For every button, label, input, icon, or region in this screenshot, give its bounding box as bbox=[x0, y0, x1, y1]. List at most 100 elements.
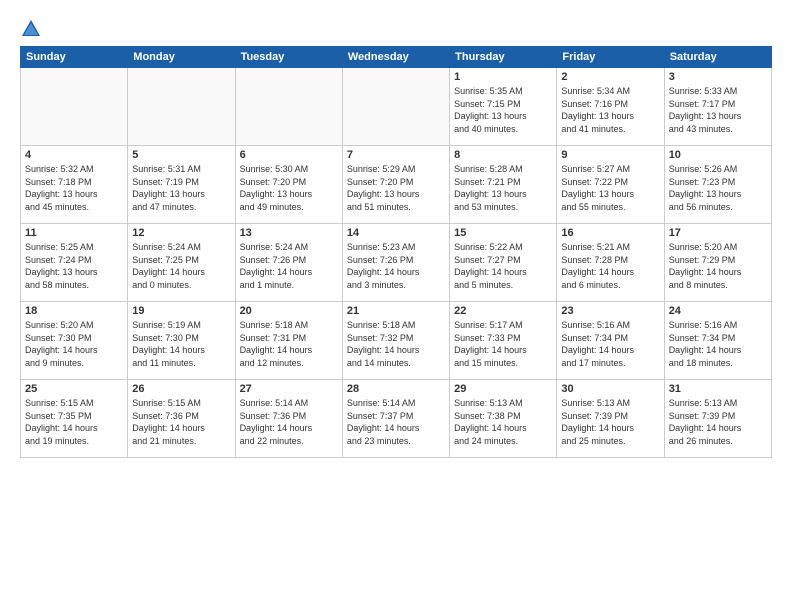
calendar-cell-5-7: 31Sunrise: 5:13 AM Sunset: 7:39 PM Dayli… bbox=[664, 380, 771, 458]
calendar-cell-5-5: 29 Sunrise: 5:13 AM Sunset: 7:38 PM Dayli… bbox=[450, 380, 557, 458]
calendar-cell-1-4 bbox=[342, 68, 449, 146]
calendar-cell-2-7: 10 Sunrise: 5:26 AM Sunset: 7:23 PM Dayli… bbox=[664, 146, 771, 224]
calendar-cell-2-4: 7 Sunrise: 5:29 AM Sunset: 7:20 PM Daylig… bbox=[342, 146, 449, 224]
calendar-week-4: 18Sunrise: 5:20 AM Sunset: 7:30 PM Dayli… bbox=[21, 302, 772, 380]
calendar-cell-1-7: 3 Sunrise: 5:33 AM Sunset: 7:17 PM Daylig… bbox=[664, 68, 771, 146]
day-number: 14 bbox=[347, 227, 445, 239]
calendar-cell-2-6: 9Sunrise: 5:27 AM Sunset: 7:22 PM Daylig… bbox=[557, 146, 664, 224]
cell-details: Sunrise: 5:24 AM Sunset: 7:26 PM Dayligh… bbox=[240, 241, 338, 291]
cell-details: Sunrise: 5:26 AM Sunset: 7:23 PM Dayligh… bbox=[669, 163, 767, 213]
day-number: 4 bbox=[25, 149, 123, 161]
calendar-cell-4-6: 23 Sunrise: 5:16 AM Sunset: 7:34 PM Dayli… bbox=[557, 302, 664, 380]
calendar-week-5: 25 Sunrise: 5:15 AM Sunset: 7:35 PM Dayli… bbox=[21, 380, 772, 458]
calendar-cell-4-4: 21 Sunrise: 5:18 AM Sunset: 7:32 PM Dayli… bbox=[342, 302, 449, 380]
cell-details: Sunrise: 5:17 AM Sunset: 7:33 PM Dayligh… bbox=[454, 319, 552, 369]
calendar-cell-3-1: 11 Sunrise: 5:25 AM Sunset: 7:24 PM Dayli… bbox=[21, 224, 128, 302]
calendar-cell-4-5: 22 Sunrise: 5:17 AM Sunset: 7:33 PM Dayli… bbox=[450, 302, 557, 380]
calendar-cell-3-7: 17 Sunrise: 5:20 AM Sunset: 7:29 PM Dayli… bbox=[664, 224, 771, 302]
day-number: 27 bbox=[240, 383, 338, 395]
day-number: 16 bbox=[561, 227, 659, 239]
cell-details: Sunrise: 5:21 AM Sunset: 7:28 PM Dayligh… bbox=[561, 241, 659, 291]
calendar-header-thursday: Thursday bbox=[450, 47, 557, 68]
calendar-cell-4-1: 18Sunrise: 5:20 AM Sunset: 7:30 PM Dayli… bbox=[21, 302, 128, 380]
calendar-cell-5-4: 28Sunrise: 5:14 AM Sunset: 7:37 PM Dayli… bbox=[342, 380, 449, 458]
calendar-cell-5-1: 25 Sunrise: 5:15 AM Sunset: 7:35 PM Dayli… bbox=[21, 380, 128, 458]
calendar-cell-5-2: 26 Sunrise: 5:15 AM Sunset: 7:36 PM Dayli… bbox=[128, 380, 235, 458]
calendar-cell-3-6: 16 Sunrise: 5:21 AM Sunset: 7:28 PM Dayli… bbox=[557, 224, 664, 302]
calendar-header-friday: Friday bbox=[557, 47, 664, 68]
cell-details: Sunrise: 5:13 AM Sunset: 7:39 PM Dayligh… bbox=[669, 397, 767, 447]
cell-details: Sunrise: 5:16 AM Sunset: 7:34 PM Dayligh… bbox=[561, 319, 659, 369]
calendar-header-saturday: Saturday bbox=[664, 47, 771, 68]
calendar-cell-4-2: 19 Sunrise: 5:19 AM Sunset: 7:30 PM Dayli… bbox=[128, 302, 235, 380]
day-number: 29 bbox=[454, 383, 552, 395]
day-number: 11 bbox=[25, 227, 123, 239]
cell-details: Sunrise: 5:35 AM Sunset: 7:15 PM Dayligh… bbox=[454, 85, 552, 135]
day-number: 7 bbox=[347, 149, 445, 161]
day-number: 3 bbox=[669, 71, 767, 83]
day-number: 9 bbox=[561, 149, 659, 161]
header bbox=[20, 18, 772, 40]
calendar-week-3: 11 Sunrise: 5:25 AM Sunset: 7:24 PM Dayli… bbox=[21, 224, 772, 302]
cell-details: Sunrise: 5:15 AM Sunset: 7:35 PM Dayligh… bbox=[25, 397, 123, 447]
calendar-cell-3-2: 12 Sunrise: 5:24 AM Sunset: 7:25 PM Dayli… bbox=[128, 224, 235, 302]
day-number: 5 bbox=[132, 149, 230, 161]
calendar-cell-2-2: 5 Sunrise: 5:31 AM Sunset: 7:19 PM Daylig… bbox=[128, 146, 235, 224]
day-number: 6 bbox=[240, 149, 338, 161]
calendar-header-tuesday: Tuesday bbox=[235, 47, 342, 68]
cell-details: Sunrise: 5:19 AM Sunset: 7:30 PM Dayligh… bbox=[132, 319, 230, 369]
day-number: 30 bbox=[561, 383, 659, 395]
cell-details: Sunrise: 5:24 AM Sunset: 7:25 PM Dayligh… bbox=[132, 241, 230, 291]
calendar-cell-1-2 bbox=[128, 68, 235, 146]
day-number: 15 bbox=[454, 227, 552, 239]
calendar-cell-5-6: 30Sunrise: 5:13 AM Sunset: 7:39 PM Dayli… bbox=[557, 380, 664, 458]
cell-details: Sunrise: 5:33 AM Sunset: 7:17 PM Dayligh… bbox=[669, 85, 767, 135]
calendar-header-sunday: Sunday bbox=[21, 47, 128, 68]
page: SundayMondayTuesdayWednesdayThursdayFrid… bbox=[0, 0, 792, 612]
calendar-cell-1-5: 1 Sunrise: 5:35 AM Sunset: 7:15 PM Daylig… bbox=[450, 68, 557, 146]
calendar-cell-4-3: 20 Sunrise: 5:18 AM Sunset: 7:31 PM Dayli… bbox=[235, 302, 342, 380]
calendar-cell-5-3: 27Sunrise: 5:14 AM Sunset: 7:36 PM Dayli… bbox=[235, 380, 342, 458]
cell-details: Sunrise: 5:22 AM Sunset: 7:27 PM Dayligh… bbox=[454, 241, 552, 291]
calendar-header-wednesday: Wednesday bbox=[342, 47, 449, 68]
calendar-cell-1-3 bbox=[235, 68, 342, 146]
calendar-cell-2-5: 8Sunrise: 5:28 AM Sunset: 7:21 PM Daylig… bbox=[450, 146, 557, 224]
cell-details: Sunrise: 5:25 AM Sunset: 7:24 PM Dayligh… bbox=[25, 241, 123, 291]
cell-details: Sunrise: 5:32 AM Sunset: 7:18 PM Dayligh… bbox=[25, 163, 123, 213]
calendar-cell-3-5: 15 Sunrise: 5:22 AM Sunset: 7:27 PM Dayli… bbox=[450, 224, 557, 302]
cell-details: Sunrise: 5:20 AM Sunset: 7:29 PM Dayligh… bbox=[669, 241, 767, 291]
calendar-header-row: SundayMondayTuesdayWednesdayThursdayFrid… bbox=[21, 47, 772, 68]
day-number: 23 bbox=[561, 305, 659, 317]
day-number: 21 bbox=[347, 305, 445, 317]
calendar-cell-1-1 bbox=[21, 68, 128, 146]
day-number: 17 bbox=[669, 227, 767, 239]
calendar-cell-3-4: 14 Sunrise: 5:23 AM Sunset: 7:26 PM Dayli… bbox=[342, 224, 449, 302]
calendar-week-2: 4 Sunrise: 5:32 AM Sunset: 7:18 PM Daylig… bbox=[21, 146, 772, 224]
calendar-cell-4-7: 24Sunrise: 5:16 AM Sunset: 7:34 PM Dayli… bbox=[664, 302, 771, 380]
day-number: 24 bbox=[669, 305, 767, 317]
day-number: 1 bbox=[454, 71, 552, 83]
logo bbox=[20, 18, 46, 40]
day-number: 2 bbox=[561, 71, 659, 83]
cell-details: Sunrise: 5:14 AM Sunset: 7:37 PM Dayligh… bbox=[347, 397, 445, 447]
cell-details: Sunrise: 5:15 AM Sunset: 7:36 PM Dayligh… bbox=[132, 397, 230, 447]
day-number: 26 bbox=[132, 383, 230, 395]
day-number: 10 bbox=[669, 149, 767, 161]
cell-details: Sunrise: 5:18 AM Sunset: 7:32 PM Dayligh… bbox=[347, 319, 445, 369]
cell-details: Sunrise: 5:13 AM Sunset: 7:38 PM Dayligh… bbox=[454, 397, 552, 447]
day-number: 12 bbox=[132, 227, 230, 239]
cell-details: Sunrise: 5:28 AM Sunset: 7:21 PM Dayligh… bbox=[454, 163, 552, 213]
calendar-table: SundayMondayTuesdayWednesdayThursdayFrid… bbox=[20, 46, 772, 458]
day-number: 25 bbox=[25, 383, 123, 395]
day-number: 19 bbox=[132, 305, 230, 317]
day-number: 18 bbox=[25, 305, 123, 317]
day-number: 20 bbox=[240, 305, 338, 317]
cell-details: Sunrise: 5:34 AM Sunset: 7:16 PM Dayligh… bbox=[561, 85, 659, 135]
day-number: 22 bbox=[454, 305, 552, 317]
calendar-cell-1-6: 2 Sunrise: 5:34 AM Sunset: 7:16 PM Daylig… bbox=[557, 68, 664, 146]
calendar-week-1: 1 Sunrise: 5:35 AM Sunset: 7:15 PM Daylig… bbox=[21, 68, 772, 146]
cell-details: Sunrise: 5:23 AM Sunset: 7:26 PM Dayligh… bbox=[347, 241, 445, 291]
cell-details: Sunrise: 5:31 AM Sunset: 7:19 PM Dayligh… bbox=[132, 163, 230, 213]
cell-details: Sunrise: 5:29 AM Sunset: 7:20 PM Dayligh… bbox=[347, 163, 445, 213]
cell-details: Sunrise: 5:18 AM Sunset: 7:31 PM Dayligh… bbox=[240, 319, 338, 369]
